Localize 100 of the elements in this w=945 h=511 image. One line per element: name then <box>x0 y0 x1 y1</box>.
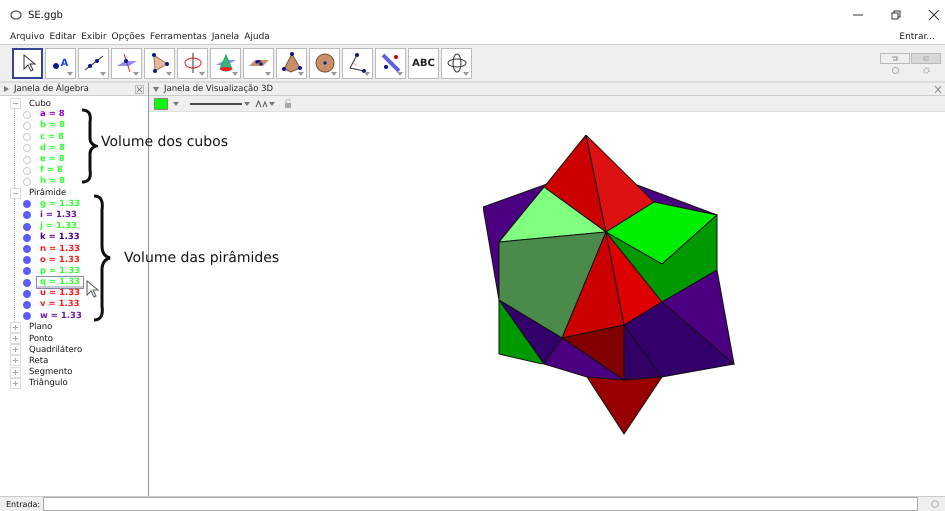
caret-icon <box>331 72 337 76</box>
caret-icon <box>463 72 469 76</box>
visibility-toggle[interactable] <box>23 245 31 254</box>
collapse-arrow-icon[interactable] <box>153 86 159 92</box>
plane-point-icon <box>380 52 402 74</box>
expand-icon[interactable] <box>10 366 21 378</box>
circle-axis-icon <box>182 52 204 74</box>
tool-button[interactable] <box>342 48 373 78</box>
brace-icon <box>80 108 98 184</box>
caret-icon <box>265 72 271 76</box>
collapse-arrow-icon[interactable] <box>4 86 9 92</box>
menu-item[interactable]: Arquivo <box>10 32 44 42</box>
expand-icon[interactable] <box>10 378 21 389</box>
visibility-toggle[interactable] <box>23 267 31 276</box>
tool-button[interactable] <box>243 48 274 78</box>
tool-button[interactable] <box>177 48 208 78</box>
pyramid-icon <box>280 52 302 74</box>
annotation-text: Volume das pirâmides <box>124 250 280 266</box>
font-size-icon[interactable] <box>255 100 275 108</box>
menu-item[interactable]: Exibir <box>81 32 107 42</box>
group-label[interactable]: Cubo <box>29 98 51 109</box>
caret-icon <box>199 72 205 76</box>
group-label[interactable]: Pirâmide <box>29 188 66 198</box>
object-value[interactable]: u = 1.33 <box>40 288 80 298</box>
plane-points-icon <box>248 60 268 66</box>
caret-icon <box>298 72 304 76</box>
input-label: Entrada: <box>6 500 40 508</box>
cone-icon <box>214 52 236 74</box>
visibility-toggle[interactable] <box>23 300 31 309</box>
tool-button[interactable] <box>78 48 109 78</box>
annotation-text: Volume dos cubos <box>101 134 228 150</box>
tool-button[interactable] <box>375 48 406 78</box>
point-icon <box>52 62 59 68</box>
collapse-icon[interactable] <box>10 188 21 199</box>
point-tool-label: A <box>52 58 68 68</box>
object-value[interactable]: w = 1.33 <box>40 310 82 321</box>
visibility-toggle[interactable] <box>23 290 31 298</box>
tool-button[interactable] <box>276 48 307 78</box>
close-icon[interactable] <box>927 8 941 22</box>
menu-item[interactable]: Editar <box>49 32 76 42</box>
caret-icon <box>166 72 172 76</box>
caret-icon <box>100 72 106 76</box>
object-value[interactable]: v = 1.33 <box>40 299 80 310</box>
caret-icon <box>232 72 238 76</box>
caret-icon <box>397 72 403 76</box>
group-label[interactable]: Plano <box>29 322 52 332</box>
group-label[interactable]: Quadrilátero <box>29 344 82 355</box>
collapse-icon[interactable] <box>10 98 21 110</box>
expand-icon[interactable] <box>10 355 21 366</box>
undo-icon <box>891 55 899 61</box>
visibility-toggle[interactable] <box>23 211 31 220</box>
object-value[interactable]: n = 1.33 <box>40 244 80 254</box>
expand-icon[interactable] <box>10 344 21 356</box>
sphere-icon <box>314 52 336 74</box>
caret-icon <box>364 72 370 76</box>
group-label[interactable]: Triângulo <box>29 378 68 388</box>
tool-button[interactable] <box>309 48 340 78</box>
plane-line-icon <box>116 52 138 74</box>
undo-button[interactable] <box>880 52 910 64</box>
tool-button[interactable] <box>441 48 472 78</box>
menu-item[interactable]: Janela <box>212 32 240 42</box>
menu-item[interactable]: Ferramentas <box>150 32 207 42</box>
panel-title: Janela de Álgebra <box>14 84 90 94</box>
caret-icon <box>133 72 139 76</box>
group-label[interactable]: Reta <box>29 356 48 366</box>
tool-button[interactable]: A <box>45 48 76 78</box>
visibility-toggle[interactable] <box>23 256 31 264</box>
tool-button[interactable]: ABC <box>408 48 439 78</box>
group-label[interactable]: Segmento <box>29 367 72 378</box>
group-label[interactable]: Ponto <box>29 334 53 344</box>
visibility-toggle[interactable] <box>23 234 31 242</box>
visibility-toggle[interactable] <box>23 278 31 287</box>
color-swatch[interactable] <box>154 98 168 110</box>
brace-icon <box>92 194 112 322</box>
object-value[interactable]: a = 8 <box>40 109 65 120</box>
rotate-icon <box>446 52 468 74</box>
expand-icon[interactable] <box>10 333 21 344</box>
object-value[interactable]: i = 1.33 <box>40 210 77 220</box>
menu-item[interactable]: Opções <box>112 32 146 42</box>
expand-icon[interactable] <box>10 322 21 333</box>
restore-icon[interactable] <box>889 8 903 22</box>
text-tool-label: ABC <box>412 58 435 68</box>
menu-item[interactable]: Ajuda <box>244 32 270 42</box>
visibility-toggle[interactable] <box>23 200 31 208</box>
tool-button[interactable] <box>12 48 43 78</box>
input-field[interactable] <box>43 497 918 511</box>
caret-icon[interactable] <box>173 102 179 106</box>
visibility-toggle[interactable] <box>23 222 31 231</box>
app-logo-icon <box>10 9 22 21</box>
line-style-icon[interactable] <box>190 102 250 106</box>
tool-button[interactable] <box>144 48 175 78</box>
mouse-cursor-icon <box>86 280 100 298</box>
angle-icon <box>346 52 368 74</box>
caret-icon <box>67 72 73 76</box>
redo-icon <box>922 55 930 61</box>
object-value[interactable]: o = 1.33 <box>40 254 80 265</box>
object-value[interactable]: k = 1.33 <box>40 232 80 242</box>
panel-title: Janela de Visualização 3D <box>164 84 274 94</box>
visibility-toggle[interactable] <box>23 312 31 320</box>
login-link[interactable]: Entrar... <box>899 32 935 42</box>
